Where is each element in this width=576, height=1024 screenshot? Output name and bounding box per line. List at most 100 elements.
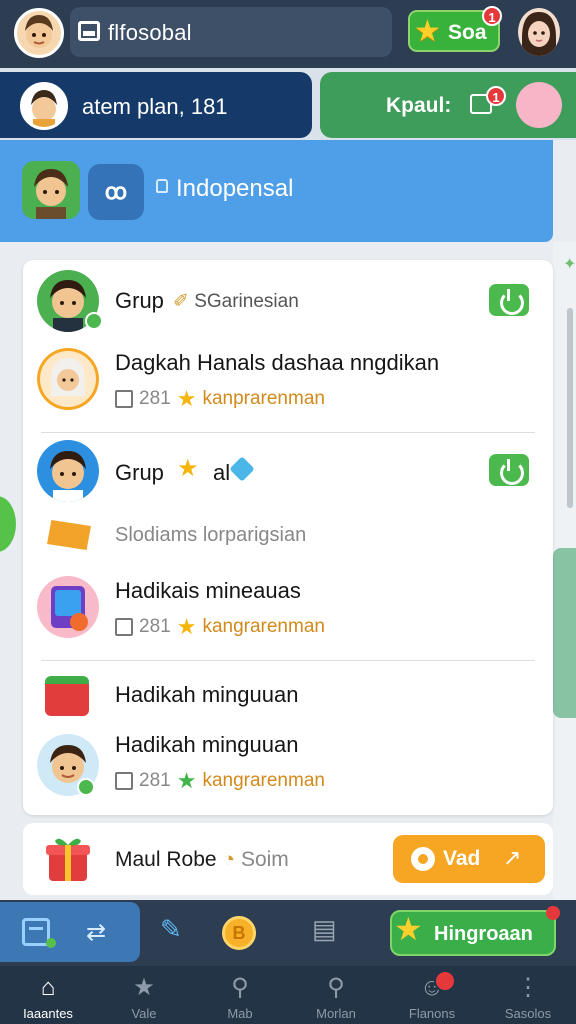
divider	[41, 432, 535, 433]
star-icon: ★	[414, 15, 441, 48]
coin-icon[interactable]: B	[222, 916, 256, 950]
download-button[interactable]	[489, 454, 529, 486]
nav-item-flanons[interactable]: ☺ Flanons	[384, 966, 480, 1024]
vad-label: Vad	[443, 847, 481, 870]
list-item[interactable]: Dagkah Hanals dashaa nngdikan 281 ★ kanp…	[23, 342, 553, 432]
list-item[interactable]: Hadikah minguuan	[23, 664, 553, 728]
nav-item-vale[interactable]: ★ Vale	[96, 966, 192, 1024]
nav-label: Sasolos	[504, 1006, 552, 1021]
item-count: 281	[139, 770, 171, 791]
item-tag: al	[213, 460, 231, 485]
star-icon: ★	[133, 974, 155, 1001]
side-preview-card[interactable]	[553, 548, 576, 718]
nav-label: Morlan	[316, 1006, 356, 1021]
vad-button[interactable]: Vad ↗	[393, 835, 545, 883]
star-icon: ★	[176, 768, 197, 793]
kpaul-card[interactable]: Kpaul: 1	[320, 72, 576, 138]
divider	[41, 660, 535, 661]
check-badge-icon	[77, 778, 95, 796]
item-title: Grup	[115, 460, 164, 485]
nav-label: Mab	[227, 1006, 253, 1021]
notification-dot	[546, 906, 560, 920]
item-meta-text: kanprarenman	[202, 388, 325, 409]
scrollbar[interactable]	[567, 308, 573, 508]
item-meta-text: kangrarenman	[202, 616, 325, 637]
more-icon: ⋮	[516, 974, 540, 1001]
gift-icon	[45, 676, 89, 716]
sparkle-icon: ✦	[563, 256, 576, 273]
feed-card: Grup ✐ SGarinesian Dagkah Hanals dashaa …	[23, 260, 553, 815]
gift-icon	[43, 835, 93, 883]
banner-title: Indopensal	[176, 175, 294, 202]
item-meta: 281 ★ kangrarenman	[115, 614, 325, 640]
group-avatar	[37, 440, 99, 502]
item-title: Grup	[115, 288, 164, 313]
banner-avatar	[22, 161, 80, 219]
nav-label: Vale	[131, 1006, 157, 1021]
nav-label: Flanons	[408, 1006, 456, 1021]
app-avatar	[37, 576, 99, 638]
document-icon	[78, 21, 100, 41]
envelope-icon	[47, 520, 91, 550]
list-item[interactable]: Grup ✐ SGarinesian	[23, 260, 553, 340]
star-icon: ★	[177, 455, 199, 482]
item-title: Hadikah minguuan	[115, 732, 299, 757]
plan-status[interactable]: atem plan, 181	[0, 72, 312, 138]
clipboard-icon[interactable]: ▤	[312, 914, 337, 945]
soa-button[interactable]: ★ Soa 1	[408, 6, 502, 52]
status-row: atem plan, 181 Kpaul: 1	[0, 68, 576, 140]
item-count: 281	[139, 388, 171, 409]
right-edge-panel: ✦	[553, 242, 576, 902]
group-banner[interactable]: ꝏ Indopensal	[0, 140, 553, 242]
nav-item-sasolos[interactable]: ⋮ Sasolos	[480, 966, 576, 1024]
star-icon: ★	[176, 614, 197, 639]
checkbox-icon	[115, 618, 133, 636]
nav-item-mab[interactable]: ⚲ Mab	[192, 966, 288, 1024]
pink-avatar-icon	[516, 82, 562, 128]
hingroaan-button[interactable]: ★ Hingroaan	[390, 906, 560, 956]
brush-icon[interactable]: ✎	[160, 914, 182, 945]
soa-label: Soa	[448, 21, 487, 44]
item-subtitle: Slodiams lorparigsian	[115, 524, 307, 546]
plan-status-text: atem plan, 181	[82, 94, 228, 119]
list-item[interactable]: Hadikais mineauas 281 ★ kangrarenman	[23, 570, 553, 660]
item-title: Dagkah Hanals dashaa nngdikan	[115, 350, 440, 375]
checkbox-icon	[115, 390, 133, 408]
nav-item-morlan[interactable]: ⚲ Morlan	[288, 966, 384, 1024]
bottom-nav: ⌂ Iaaantes ★ Vale ⚲ Mab ⚲ Morlan ☺ Flano…	[0, 966, 576, 1024]
swap-icon[interactable]: ⇄	[86, 918, 106, 947]
check-badge-icon	[85, 312, 103, 330]
star-icon: ★	[176, 386, 197, 411]
top-bar: flfosobal ★ Soa 1	[0, 0, 576, 68]
group-icon[interactable]: ꝏ	[88, 164, 144, 220]
nav-label: Iaaantes	[23, 1006, 73, 1021]
list-item[interactable]: Slodiams lorparigsian	[23, 516, 553, 564]
action-toolbar: ⇄ ✎ B ▤ ★ Hingroaan	[0, 900, 576, 966]
floating-chat-bubble[interactable]	[0, 496, 16, 552]
list-item[interactable]: Grup ★ al	[23, 436, 553, 516]
arrow-icon: ↗	[503, 845, 522, 870]
nav-item-home[interactable]: ⌂ Iaaantes	[0, 966, 96, 1024]
item-count: 281	[139, 616, 171, 637]
download-button[interactable]	[489, 284, 529, 316]
promo-text: Maul Robe ◔ Soim	[115, 848, 289, 871]
star-icon: ★	[394, 911, 423, 947]
toolbar-home-group[interactable]: ⇄	[0, 902, 140, 962]
item-title: Hadikais mineauas	[115, 578, 301, 603]
status-avatar	[20, 82, 68, 130]
user-avatar[interactable]	[14, 8, 64, 58]
checkbox-icon	[115, 772, 133, 790]
list-item[interactable]: Hadikah minguuan 281 ★ kangrarenman	[23, 728, 553, 814]
notification-badge: 1	[482, 6, 502, 26]
item-subtitle: ✐ SGarinesian	[173, 291, 299, 312]
search-bar[interactable]: flfosobal	[70, 7, 452, 57]
user-avatar	[37, 348, 99, 410]
kpaul-badge: 1	[486, 86, 506, 106]
kpaul-label: Kpaul:	[386, 94, 452, 117]
record-icon	[411, 847, 435, 871]
hingroaan-label: Hingroaan	[434, 923, 533, 945]
home-icon: ⌂	[40, 974, 56, 1001]
profile-avatar[interactable]	[518, 8, 560, 56]
item-meta-text: kangrarenman	[202, 770, 325, 791]
leaf-icon	[46, 938, 56, 948]
